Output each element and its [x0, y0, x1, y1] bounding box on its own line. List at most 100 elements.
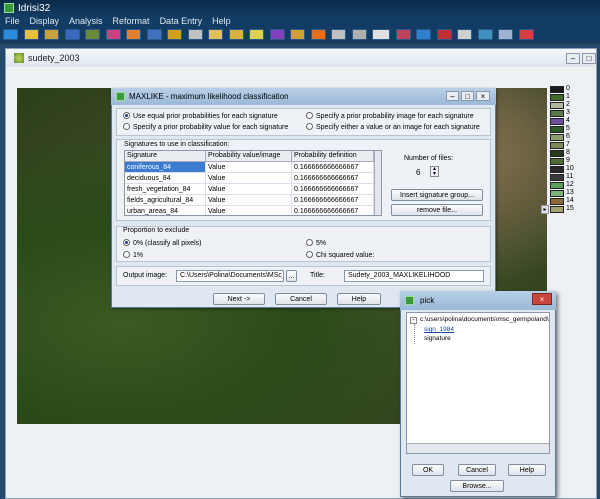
legend-swatch — [550, 134, 564, 141]
maxlike-maximize-icon[interactable]: □ — [461, 91, 474, 101]
pick-cancel-button[interactable]: Cancel — [458, 464, 496, 476]
table-cell[interactable]: 0.166666666666667 — [292, 195, 374, 206]
help-button[interactable]: Help — [337, 293, 381, 305]
menu-reformat[interactable]: Reformat — [113, 16, 150, 26]
title-field[interactable]: Sudety_2003_MAXLIKELIHOOD — [344, 270, 484, 282]
gps-icon[interactable] — [372, 29, 391, 40]
maxlike-titlebar[interactable]: MAXLIKE - maximum likelihood classificat… — [111, 88, 496, 105]
export-icon[interactable] — [436, 29, 452, 40]
map-window-titlebar[interactable]: sudety_2003 — [6, 49, 596, 67]
percent-icon[interactable] — [331, 29, 347, 40]
maxlike-close-icon[interactable]: × — [476, 91, 490, 101]
workspace-icon[interactable] — [249, 29, 265, 40]
table-cell[interactable]: 0.166666666666667 — [292, 184, 374, 195]
palette-icon[interactable] — [105, 29, 121, 40]
maxlike-minimize-icon[interactable]: – — [446, 91, 459, 101]
map-layer-icon[interactable] — [64, 29, 80, 40]
table-cell[interactable]: fresh_vegetation_84 — [125, 184, 206, 195]
table-cell[interactable]: Value — [206, 184, 292, 195]
table-cell[interactable]: coniferous_84 — [125, 162, 206, 173]
target-icon[interactable] — [310, 29, 326, 40]
proportion-0[interactable]: 0% (classify all pixels) — [123, 239, 201, 247]
maximize-icon[interactable]: □ — [582, 53, 596, 64]
menu-data-entry[interactable]: Data Entry — [160, 16, 203, 26]
pick-icon — [405, 296, 414, 305]
histogram-icon[interactable] — [395, 29, 411, 40]
output-image-field[interactable]: C:\Users\Polina\Documents\MSc_G — [176, 270, 284, 282]
undo-icon[interactable] — [351, 29, 367, 40]
option-value-or-image[interactable]: Specify either a value or an image for e… — [306, 123, 480, 131]
database-icon[interactable] — [228, 29, 244, 40]
pencil-icon[interactable] — [290, 29, 306, 40]
proportion-chi[interactable]: Chi squared value: — [306, 251, 374, 259]
tree-hscrollbar[interactable] — [407, 443, 549, 453]
minimize-icon[interactable]: – — [566, 53, 580, 64]
legend-scroll-icon[interactable]: ▸ — [541, 205, 549, 214]
col-signature[interactable]: Signature — [125, 151, 206, 162]
legend-swatch — [550, 182, 564, 189]
table-cell[interactable]: 0.166666666666667 — [292, 173, 374, 184]
table-icon[interactable] — [187, 29, 203, 40]
window-icon[interactable] — [477, 29, 493, 40]
num-files-spinner[interactable]: ▴ ▾ — [430, 166, 439, 177]
legend-swatch — [550, 94, 564, 101]
table-cell[interactable]: deciduous_84 — [125, 173, 206, 184]
output-browse-button[interactable]: ... — [286, 270, 297, 282]
table-cell[interactable]: fields_agricultural_84 — [125, 195, 206, 206]
proportion-5[interactable]: 5% — [306, 239, 326, 247]
tree-root[interactable]: c:\users\polina\documents\msc_gem\poland… — [420, 316, 549, 323]
option-equal-prior[interactable]: Use equal prior probabilities for each s… — [123, 112, 278, 120]
table-cell[interactable]: Value — [206, 195, 292, 206]
cancel-button[interactable]: Cancel — [275, 293, 327, 305]
table-cell[interactable]: Value — [206, 173, 292, 184]
digitize-icon[interactable] — [269, 29, 285, 40]
legend-swatch — [550, 142, 564, 149]
option-prior-value[interactable]: Specify a prior probability value for ea… — [123, 123, 288, 131]
menu-help[interactable]: Help — [212, 16, 231, 26]
menu-analysis[interactable]: Analysis — [69, 16, 103, 26]
menu-display[interactable]: Display — [30, 16, 60, 26]
list-icon[interactable] — [498, 29, 514, 40]
option-value-or-image-label: Specify either a value or an image for e… — [316, 124, 480, 131]
query-icon[interactable] — [208, 29, 224, 40]
waves-icon[interactable] — [416, 29, 432, 40]
close-icon[interactable]: × — [532, 293, 552, 305]
save-icon[interactable] — [44, 29, 60, 40]
grid-icon[interactable] — [457, 29, 473, 40]
remove-file-button[interactable]: remove file... — [391, 204, 483, 216]
swap-icon[interactable] — [126, 29, 142, 40]
display-launcher-icon[interactable] — [3, 29, 18, 40]
pick-ok-button[interactable]: OK — [412, 464, 444, 476]
tree-item-signature[interactable]: signature — [424, 335, 451, 342]
col-probability-value[interactable]: Probability value/image — [206, 151, 292, 162]
next-button[interactable]: Next -> — [213, 293, 265, 305]
insert-signature-group-button[interactable]: Insert signature group... — [391, 189, 483, 201]
tree-item-sign-1984[interactable]: sign_1984 — [424, 326, 454, 333]
legend-label: 12 — [566, 181, 574, 188]
tree-collapse-icon[interactable]: - — [410, 317, 417, 324]
table-cell[interactable]: 0.166666666666667 — [292, 162, 374, 173]
composer-icon[interactable] — [85, 29, 101, 40]
table-cell[interactable]: Value — [206, 206, 292, 215]
reformat-icon[interactable] — [146, 29, 162, 40]
pick-browse-button[interactable]: Browse... — [450, 480, 504, 492]
table-cell[interactable]: urban_areas_84 — [125, 206, 206, 215]
signature-table[interactable]: Signature Probability value/image Probab… — [124, 150, 382, 216]
legend-label: 13 — [566, 189, 574, 196]
col-probability-definition[interactable]: Probability definition — [292, 151, 374, 162]
table-scrollbar[interactable] — [374, 151, 381, 215]
proportion-1[interactable]: 1% — [123, 251, 143, 259]
pick-help-button[interactable]: Help — [508, 464, 546, 476]
menu-file[interactable]: File — [5, 16, 20, 26]
app-title: Idrisi32 — [18, 3, 51, 14]
table-cell[interactable]: 0.166666666666667 — [292, 206, 374, 215]
option-prior-image[interactable]: Specify a prior probability image for ea… — [306, 112, 474, 120]
flag-icon[interactable] — [518, 29, 534, 40]
table-cell[interactable]: Value — [206, 162, 292, 173]
open-folder-icon[interactable] — [23, 29, 39, 40]
map-legend: 0 1 2 3 4 5 6 7 8 9 10 11 12 13 14 15 — [550, 85, 592, 216]
overlay-icon[interactable] — [167, 29, 183, 40]
legend-swatch — [550, 102, 564, 109]
file-tree[interactable]: - c:\users\polina\documents\msc_gem\pola… — [406, 312, 550, 454]
legend-label: 0 — [566, 85, 570, 92]
